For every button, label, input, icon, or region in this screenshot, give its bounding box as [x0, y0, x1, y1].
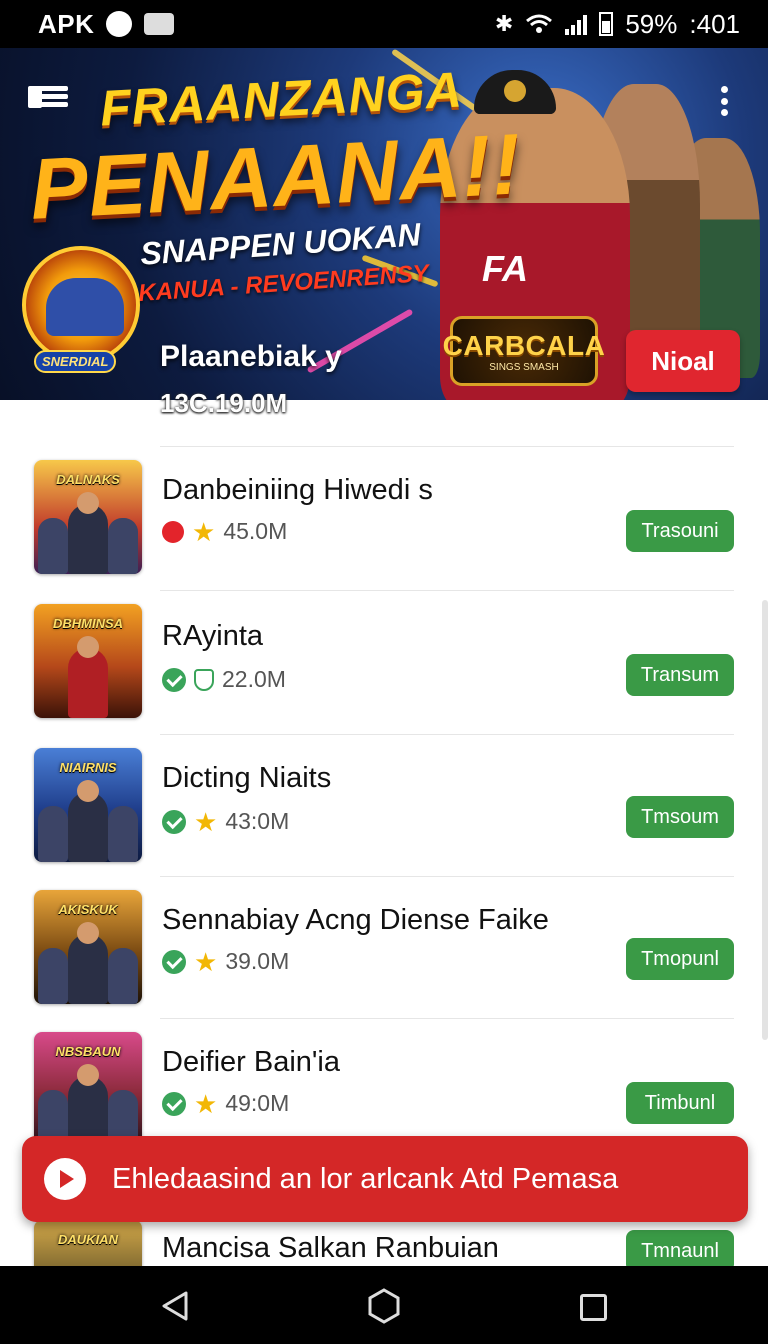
signal-icon: [565, 13, 588, 35]
status-app-label: APK: [38, 8, 95, 39]
app-meta: 22.0M: [162, 666, 286, 693]
app-title: Dicting Niaits: [162, 762, 332, 794]
battery-icon: [599, 12, 614, 36]
app-meta: ★ 45.0M: [162, 518, 287, 545]
check-icon: [162, 1091, 186, 1116]
check-icon: [162, 949, 186, 974]
featured-app-name[interactable]: Plaanebiak y: [160, 340, 342, 374]
more-options-icon[interactable]: [718, 86, 730, 116]
list-item[interactable]: DBHMINSA RAyinta 22.0M Transum: [0, 592, 768, 734]
featured-app-icon-label: SNERDIAL: [34, 350, 117, 373]
hero-cap: [474, 70, 556, 114]
list-item[interactable]: AKISKUK Sennabiay Acng Diense Faike ★ 39…: [0, 876, 768, 1018]
featured-app-icon[interactable]: [22, 246, 140, 364]
screen: APK ✱ 59% :401 FA FRAANZANGA PENAANA!! S…: [0, 0, 768, 1344]
system-nav-bar: [0, 1266, 768, 1344]
status-time: :401: [689, 8, 740, 39]
install-button[interactable]: Transum: [626, 654, 734, 696]
app-meta: ★ 49:0M: [162, 1090, 289, 1117]
app-title: RAyinta: [162, 620, 264, 652]
red-dot-icon: [162, 520, 184, 543]
battery-percent: 59%: [625, 8, 678, 39]
app-thumbnail[interactable]: NIAIRNIS: [34, 748, 142, 862]
back-menu-button[interactable]: [28, 80, 70, 114]
back-triangle-icon[interactable]: [160, 1290, 190, 1322]
app-thumbnail[interactable]: AKISKUK: [34, 890, 142, 1004]
app-title: Deifier Bain'ia: [162, 1046, 341, 1078]
app-downloads: 45.0M: [223, 518, 288, 544]
video-ad-toast[interactable]: Ehledaasind an lor arlcank Atd Pemasa: [22, 1136, 748, 1222]
app-meta: ★ 39.0M: [162, 948, 289, 975]
app-title: Sennabiay Acng Diense Faike: [162, 904, 549, 936]
list-item[interactable]: NIAIRNIS Dicting Niaits ★ 43:0M Tmsoum: [0, 734, 768, 876]
app-thumbnail[interactable]: DAUKIAN: [34, 1220, 142, 1266]
check-icon: [162, 809, 186, 834]
install-button[interactable]: Trasouni: [626, 510, 734, 552]
featured-app-meta: 13C.19.0M: [160, 388, 288, 418]
app-title: Danbeiniing Hiwedi s: [162, 474, 433, 506]
app-title: Mancisa Salkan Ranbuian: [162, 1232, 499, 1264]
shield-icon: [194, 668, 214, 691]
app-downloads: 49:0M: [225, 1090, 290, 1116]
install-button[interactable]: Tmopunl: [626, 938, 734, 980]
status-bar: APK ✱ 59% :401: [0, 0, 768, 48]
star-icon: ★: [194, 806, 218, 837]
divider: [160, 446, 734, 447]
home-hexagon-icon[interactable]: [366, 1288, 402, 1324]
list-item[interactable]: DALNAKS Danbeiniing Hiwedi s ★ 45.0M Tra…: [0, 448, 768, 590]
bluetooth-icon: ✱: [494, 11, 514, 36]
star-icon: ★: [192, 516, 216, 547]
badge-subtitle: SINGS SMASH: [489, 361, 559, 373]
banner-cta-button[interactable]: Nioal: [626, 330, 740, 392]
badge-title: CARBCALA: [442, 329, 606, 361]
toast-text: Ehledaasind an lor arlcank Atd Pemasa: [112, 1162, 619, 1195]
install-button[interactable]: Tmnaunl: [626, 1230, 734, 1266]
jersey-logo: FA: [482, 248, 529, 289]
play-icon[interactable]: [44, 1158, 86, 1200]
app-downloads: 39.0M: [225, 948, 290, 974]
star-icon: ★: [194, 1088, 218, 1119]
check-icon: [162, 667, 186, 692]
app-notification-icon: [144, 13, 175, 35]
app-thumbnail[interactable]: NBSBAUN: [34, 1032, 142, 1146]
app-downloads: 22.0M: [222, 666, 286, 692]
install-button[interactable]: Tmsoum: [626, 796, 734, 838]
recents-square-icon[interactable]: [580, 1294, 607, 1321]
app-meta: ★ 43:0M: [162, 808, 289, 835]
install-button[interactable]: Timbunl: [626, 1082, 734, 1124]
app-downloads: 43:0M: [225, 808, 290, 834]
notification-icon: [106, 11, 133, 37]
app-thumbnail[interactable]: DBHMINSA: [34, 604, 142, 718]
divider: [160, 590, 734, 591]
scrollbar[interactable]: [762, 600, 768, 1040]
wifi-icon: [526, 14, 553, 33]
app-thumbnail[interactable]: DALNAKS: [34, 460, 142, 574]
banner-game-badge: CARBCALA SINGS SMASH: [443, 316, 605, 386]
star-icon: ★: [194, 946, 218, 977]
